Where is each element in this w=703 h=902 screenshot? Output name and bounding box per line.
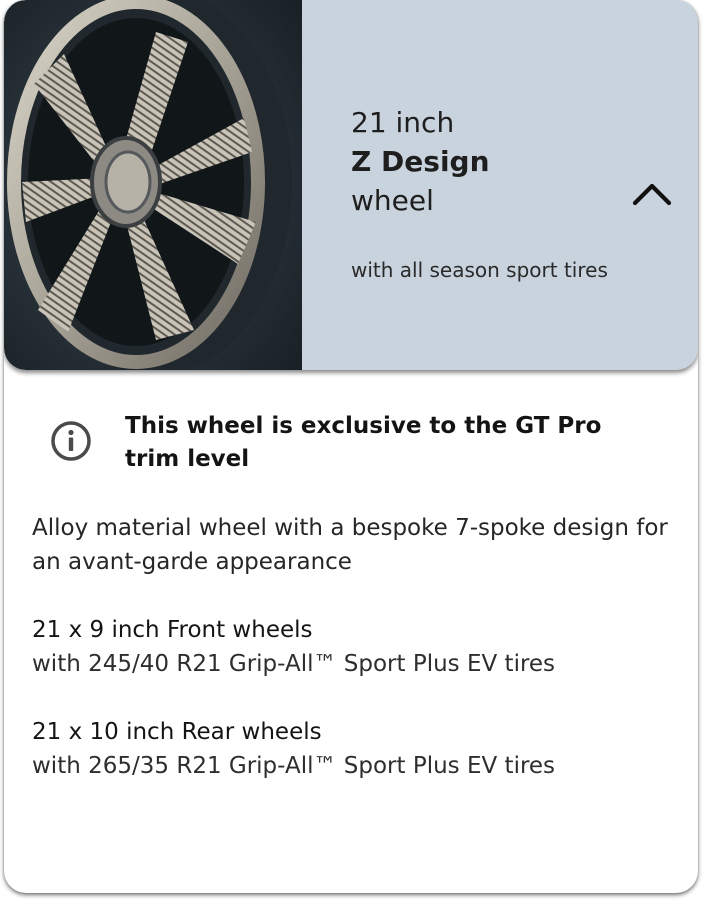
rear-wheel-spec: 21 x 10 inch Rear wheels with 265/35 R21… <box>32 715 672 783</box>
exclusive-notice-text: This wheel is exclusive to the GT Pro tr… <box>125 413 602 472</box>
info-circle-icon <box>50 420 92 462</box>
exclusive-notice: This wheel is exclusive to the GT Pro tr… <box>46 410 666 476</box>
wheel-subtitle: with all season sport tires <box>351 258 608 282</box>
front-tire-detail: with 245/40 R21 Grip-All™ Sport Plus EV … <box>32 651 556 677</box>
front-wheel-spec: 21 x 9 inch Front wheels with 245/40 R21… <box>32 613 672 681</box>
rear-wheel-heading: 21 x 10 inch Rear wheels <box>32 719 322 745</box>
front-wheel-heading: 21 x 9 inch Front wheels <box>32 617 313 643</box>
wheel-type-label: wheel <box>351 184 434 217</box>
wheel-title: 21 inch Z Design wheel <box>351 103 621 220</box>
rear-tire-detail: with 265/35 R21 Grip-All™ Sport Plus EV … <box>32 753 556 779</box>
wheel-photo-icon <box>4 0 302 370</box>
wheel-name-label: Z Design <box>351 145 490 178</box>
wheel-image <box>4 0 302 370</box>
wheel-description: Alloy material wheel with a bespoke 7-sp… <box>32 515 668 575</box>
wheel-card-header[interactable]: 21 inch Z Design wheel with all season s… <box>4 0 698 370</box>
chevron-up-icon <box>632 183 672 206</box>
collapse-toggle-button[interactable] <box>626 170 678 214</box>
wheel-option-card: 21 inch Z Design wheel with all season s… <box>4 0 698 893</box>
wheel-size-label: 21 inch <box>351 106 455 139</box>
